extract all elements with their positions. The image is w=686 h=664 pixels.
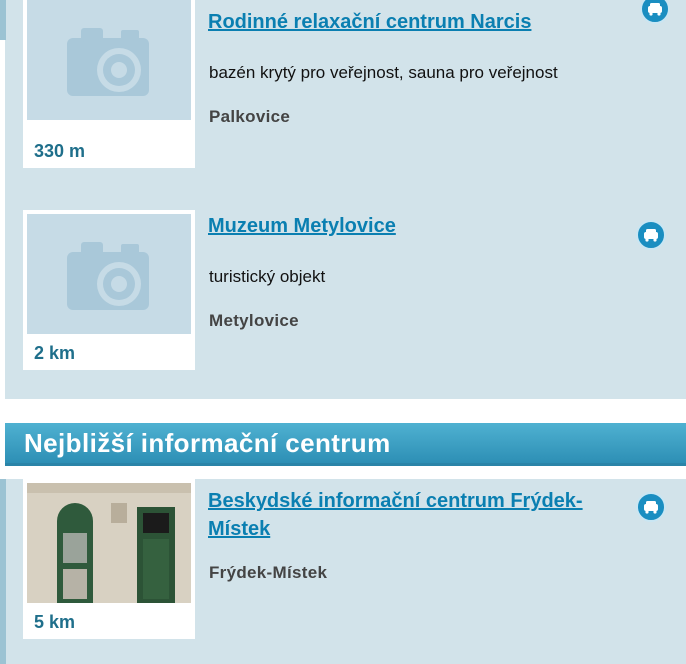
thumbnail[interactable]: 2 km: [23, 210, 195, 370]
camera-placeholder-icon: [27, 0, 191, 120]
item-title-link[interactable]: Beskydské informační centrum Frýdek-Míst…: [208, 487, 588, 543]
distance-label: 5 km: [34, 612, 76, 632]
section-heading: Nejbližší informační centrum: [24, 428, 391, 458]
route-car-button[interactable]: [640, 0, 670, 24]
item-title-link[interactable]: Rodinné relaxační centrum Narcis: [208, 8, 531, 36]
list-item: 5 km Beskydské informační centrum Frýdek…: [5, 479, 686, 664]
route-car-button[interactable]: [636, 220, 666, 250]
item-place: Metylovice: [209, 311, 299, 330]
distance-label: 330 m: [34, 141, 86, 161]
list-item: 330 m Rodinné relaxační centrum Narcis b…: [5, 0, 686, 180]
car-icon: [644, 501, 658, 514]
thumbnail[interactable]: 330 m: [23, 0, 195, 168]
camera-placeholder-icon: [27, 214, 191, 334]
car-icon: [648, 3, 662, 16]
list-item: 2 km Muzeum Metylovice turistický objekt…: [5, 200, 686, 380]
route-car-button[interactable]: [636, 492, 666, 522]
item-place: Palkovice: [209, 107, 291, 126]
car-icon: [644, 229, 658, 242]
distance-label: 2 km: [34, 343, 76, 363]
item-title-link[interactable]: Muzeum Metylovice: [208, 212, 396, 240]
item-place: Frýdek-Místek: [209, 563, 328, 582]
item-description: bazén krytý pro veřejnost, sauna pro veř…: [209, 63, 558, 82]
item-description: turistický objekt: [209, 267, 326, 286]
section-header: Nejbližší informační centrum: [5, 423, 686, 466]
thumbnail[interactable]: 5 km: [23, 479, 195, 639]
building-photo: [27, 483, 191, 603]
